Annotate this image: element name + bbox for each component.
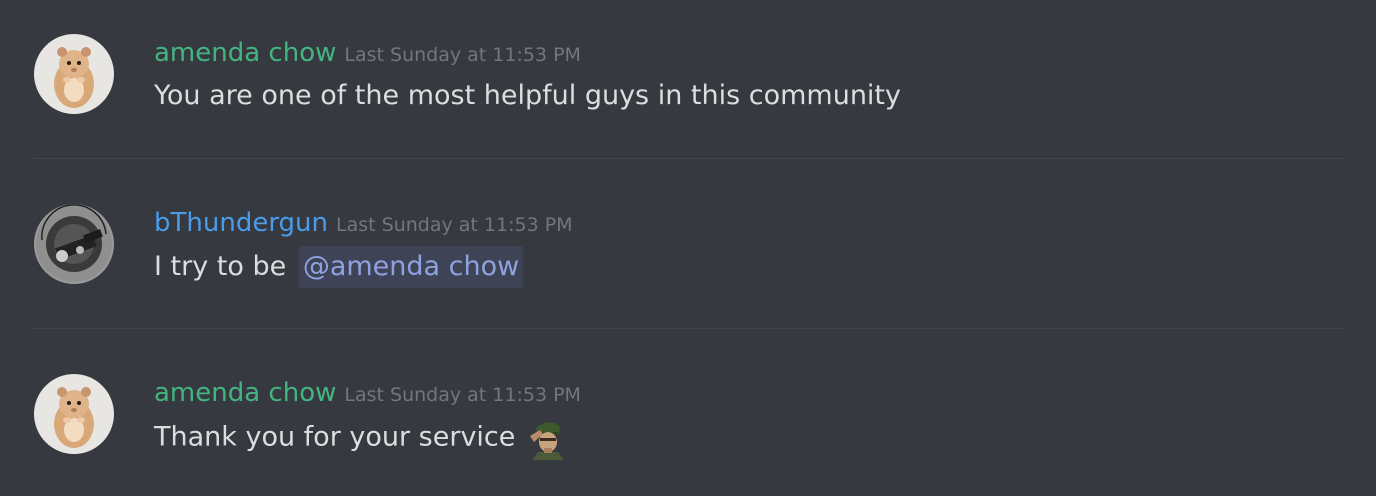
message-divider <box>34 158 1346 159</box>
message-item: amenda chow Last Sunday at 11:53 PM You a… <box>0 30 1376 140</box>
timestamp: Last Sunday at 11:53 PM <box>344 384 581 406</box>
saluting-soldier-emoji[interactable] <box>526 416 570 460</box>
message-text-body: Thank you for your service <box>154 421 524 453</box>
message-text-body: I try to be <box>154 251 295 282</box>
message-header: amenda chow Last Sunday at 11:53 PM <box>154 376 581 410</box>
message-divider <box>34 328 1346 329</box>
username[interactable]: amenda chow <box>154 378 336 408</box>
user-mention[interactable]: @amenda chow <box>298 246 524 288</box>
message-text: Thank you for your service <box>154 416 570 460</box>
message-text: You are one of the most helpful guys in … <box>154 80 901 111</box>
message-text: I try to be @amenda chow <box>154 246 524 290</box>
hamster-avatar[interactable] <box>34 374 114 454</box>
timestamp: Last Sunday at 11:53 PM <box>336 214 573 236</box>
message-header: amenda chow Last Sunday at 11:53 PM <box>154 36 581 70</box>
message-item: amenda chow Last Sunday at 11:53 PM Thank… <box>0 370 1376 480</box>
username[interactable]: bThundergun <box>154 208 328 238</box>
username[interactable]: amenda chow <box>154 38 336 68</box>
thundergun-logo-avatar[interactable] <box>34 204 114 284</box>
message-item: bThundergun Last Sunday at 11:53 PM I try… <box>0 200 1376 310</box>
chat-messages: amenda chow Last Sunday at 11:53 PM You a… <box>0 0 1376 496</box>
hamster-avatar[interactable] <box>34 34 114 114</box>
timestamp: Last Sunday at 11:53 PM <box>344 44 581 66</box>
message-header: bThundergun Last Sunday at 11:53 PM <box>154 206 573 240</box>
